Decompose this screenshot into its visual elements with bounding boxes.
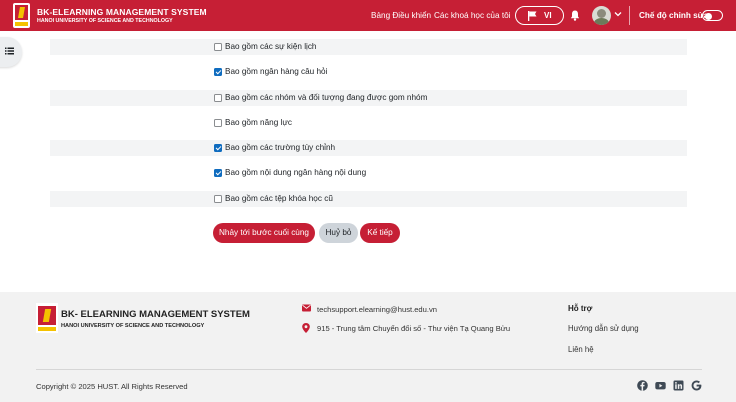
map-marker-icon	[302, 323, 310, 333]
option-label: Bao gồm các sự kiện lịch	[225, 42, 317, 51]
option-label: Bao gồm nội dung ngân hàng nội dung	[225, 168, 367, 177]
option-row: Bao gồm nội dung ngân hàng nội dung	[50, 165, 687, 181]
brand-title[interactable]: BK-ELEARNING MANAGEMENT SYSTEM	[37, 7, 207, 17]
option-row: Bao gồm năng lực	[50, 115, 687, 131]
option-checkbox[interactable]	[214, 68, 222, 76]
footer-brand-title: BK- ELEARNING MANAGEMENT SYSTEM	[61, 309, 250, 320]
google-icon[interactable]	[691, 380, 702, 391]
option-label: Bao gồm năng lực	[225, 118, 292, 127]
brand-subtitle: HANOI UNIVERSITY OF SCIENCE AND TECHNOLO…	[37, 18, 173, 24]
flag-icon	[528, 11, 537, 21]
option-label: Bao gồm ngân hàng câu hỏi	[225, 67, 328, 76]
language-label: VI	[544, 11, 552, 20]
user-avatar[interactable]	[592, 6, 611, 25]
option-row: Bao gồm các trường tùy chỉnh	[50, 140, 687, 156]
copyright-text: Copyright © 2025 HUST. All Rights Reserv…	[36, 382, 188, 391]
footer-link-user-guide[interactable]: Hướng dẫn sử dụng	[568, 324, 639, 333]
footer-support-title: Hỗ trợ	[568, 304, 593, 313]
option-label: Bao gồm các nhóm và đối tượng đang được …	[225, 93, 428, 102]
option-checkbox[interactable]	[214, 169, 222, 177]
footer-hust-logo	[36, 303, 58, 333]
option-checkbox[interactable]	[214, 144, 222, 152]
option-checkbox[interactable]	[214, 195, 222, 203]
facebook-icon[interactable]	[637, 380, 648, 391]
bell-icon[interactable]	[570, 10, 580, 21]
option-row: Bao gồm các tệp khóa học cũ	[50, 191, 687, 207]
option-label: Bao gồm các trường tùy chỉnh	[225, 143, 336, 152]
youtube-icon[interactable]	[655, 380, 666, 391]
list-icon	[5, 47, 14, 55]
footer-email-text: techsupport.elearning@hust.edu.vn	[317, 305, 438, 314]
envelope-icon	[302, 304, 311, 312]
hust-logo[interactable]	[13, 3, 30, 28]
option-label: Bao gồm các tệp khóa học cũ	[225, 194, 333, 203]
navbar-divider	[629, 6, 630, 25]
nav-my-courses[interactable]: Các khoá học của tôi	[434, 11, 510, 20]
language-button[interactable]: VI	[515, 6, 564, 25]
option-checkbox[interactable]	[214, 94, 222, 102]
footer-address-text: 915 - Trung tâm Chuyển đổi số - Thư viện…	[317, 324, 511, 333]
option-checkbox[interactable]	[214, 119, 222, 127]
edit-mode-toggle[interactable]	[702, 10, 723, 21]
course-index-toggle[interactable]	[0, 37, 22, 67]
footer-divider	[36, 369, 702, 370]
next-button[interactable]: Kế tiếp	[360, 223, 400, 243]
option-row: Bao gồm các nhóm và đối tượng đang được …	[50, 90, 687, 106]
footer-brand-subtitle: HANOI UNIVERSITY OF SCIENCE AND TECHNOLO…	[61, 323, 205, 329]
chevron-down-icon[interactable]	[614, 10, 622, 18]
jump-to-final-button[interactable]: Nhảy tới bước cuối cùng	[213, 223, 315, 243]
option-row: Bao gồm các sự kiện lịch	[50, 39, 687, 55]
nav-dashboard[interactable]: Bảng Điều khiển	[371, 11, 431, 20]
cancel-button[interactable]: Huỷ bỏ	[319, 223, 358, 243]
option-row: Bao gồm ngân hàng câu hỏi	[50, 64, 687, 80]
top-navbar: BK-ELEARNING MANAGEMENT SYSTEM HANOI UNI…	[0, 0, 736, 31]
edit-mode-label: Chế độ chỉnh sửa	[639, 11, 709, 20]
linkedin-icon[interactable]	[673, 380, 684, 391]
footer-link-contact[interactable]: Liên hệ	[568, 345, 594, 354]
page-footer: BK- ELEARNING MANAGEMENT SYSTEM HANOI UN…	[0, 292, 736, 402]
option-checkbox[interactable]	[214, 43, 222, 51]
